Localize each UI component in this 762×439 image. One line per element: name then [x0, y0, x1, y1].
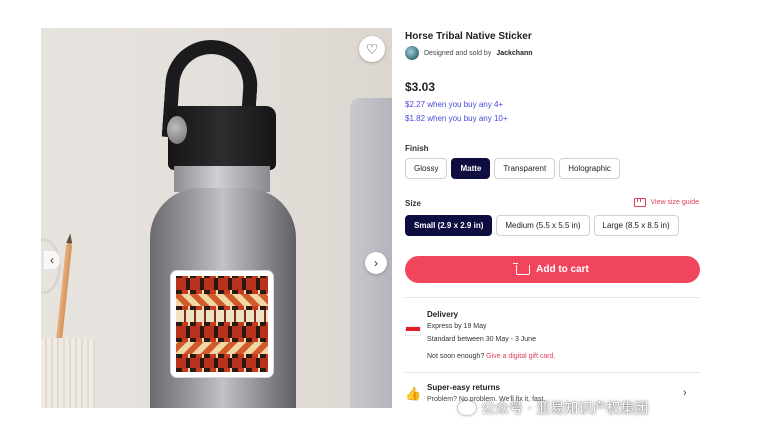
- product-price: $3.03: [405, 80, 436, 94]
- size-label: Size: [405, 199, 422, 208]
- sticker-artwork: [176, 276, 268, 372]
- delivery-standard: Standard between 30 May - 3 June: [427, 336, 536, 343]
- gift-card-link[interactable]: Give a digital gift card.: [486, 353, 555, 360]
- finish-label: Finish: [405, 144, 429, 153]
- seller-name-link[interactable]: Jackchann: [496, 50, 532, 57]
- delivery-title: Delivery: [427, 310, 459, 319]
- add-to-cart-label: Add to cart: [536, 264, 589, 275]
- returns-title: Super-easy returns: [427, 383, 500, 392]
- finish-option-transparent[interactable]: Transparent: [494, 158, 556, 179]
- previous-image-icon[interactable]: ‹: [44, 251, 60, 269]
- seller-line: Designed and sold by Jackchann: [405, 46, 533, 60]
- size-option-small[interactable]: Small (2.9 x 2.9 in): [405, 215, 493, 236]
- size-option-medium[interactable]: Medium (5.5 x 5.5 in): [496, 215, 590, 236]
- finish-option-glossy[interactable]: Glossy: [405, 158, 448, 179]
- delivery-express: Express by 19 May: [427, 323, 487, 330]
- product-title: Horse Tribal Native Sticker: [405, 31, 532, 42]
- next-image-icon[interactable]: ›: [365, 252, 387, 274]
- sticker-band: [176, 326, 268, 338]
- chevron-right-icon[interactable]: ›: [683, 387, 687, 399]
- wechat-logo-icon: [458, 401, 476, 415]
- bulk-price-tier: $2.27 when you buy any 4+: [405, 100, 504, 109]
- divider: [405, 372, 700, 373]
- size-guide-link[interactable]: View size guide: [634, 198, 699, 207]
- bulk-price-tier: $1.82 when you buy any 10+: [405, 114, 508, 123]
- favorite-heart-icon[interactable]: ♡: [359, 36, 385, 62]
- finish-option-holographic[interactable]: Holographic: [559, 158, 620, 179]
- add-to-cart-button[interactable]: Add to cart: [405, 256, 700, 283]
- size-options: Small (2.9 x 2.9 in) Medium (5.5 x 5.5 i…: [405, 215, 679, 236]
- watermark-text: 公众号 · 亚易知识产权集团: [481, 401, 649, 417]
- seller-avatar[interactable]: [405, 46, 419, 60]
- cart-icon: [513, 262, 531, 275]
- bottle-knob: [167, 116, 187, 144]
- sticker-preview: [171, 271, 273, 377]
- ruler-icon: [634, 198, 647, 207]
- size-guide-label: View size guide: [650, 199, 699, 206]
- finish-option-matte[interactable]: Matte: [451, 158, 491, 179]
- thumbs-up-icon: 👍: [405, 386, 422, 401]
- sticker-band: [176, 278, 268, 290]
- sticker-band: [176, 342, 268, 354]
- sticker-band: [176, 294, 268, 306]
- sticker-band: [176, 310, 268, 322]
- size-option-large[interactable]: Large (8.5 x 8.5 in): [593, 215, 679, 236]
- flag-icon: [405, 326, 421, 336]
- gift-card-prefix: Not soon enough?: [427, 353, 485, 360]
- pencil-cup-decor: [41, 338, 95, 408]
- seller-prefix: Designed and sold by: [424, 49, 492, 57]
- finish-options: Glossy Matte Transparent Holographic: [405, 158, 620, 179]
- watermark: 公众号 · 亚易知识产权集团: [458, 398, 648, 418]
- gift-card-note: Not soon enough? Give a digital gift car…: [427, 353, 555, 360]
- divider: [405, 297, 700, 298]
- sticker-band: [176, 358, 268, 368]
